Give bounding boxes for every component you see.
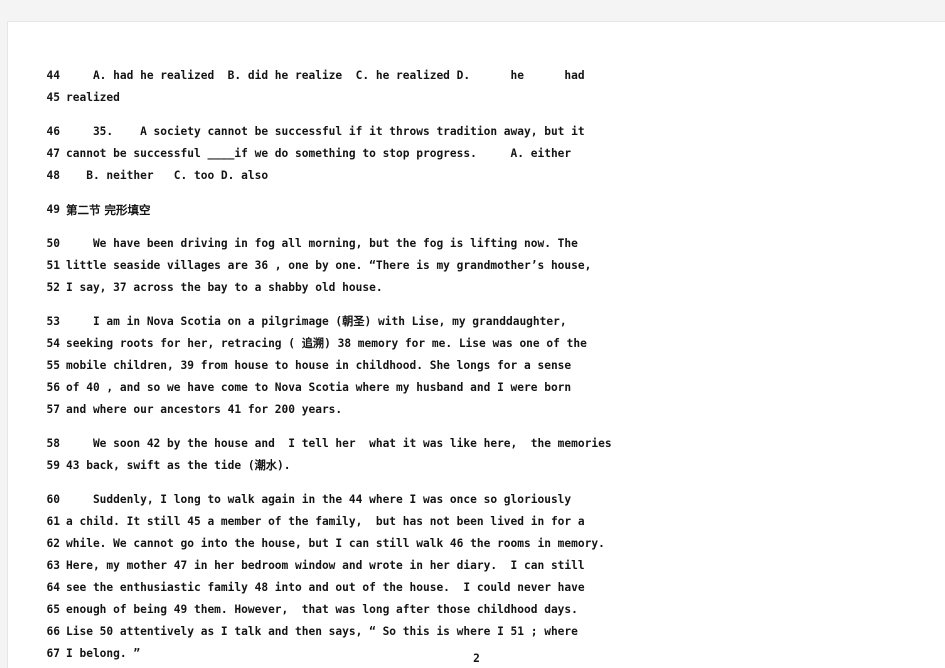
text-line: and where our ancestors 41 for 200 years…	[66, 403, 343, 416]
line-number: 50	[46, 237, 60, 250]
line-number: 49	[46, 203, 60, 216]
line-number: 86	[941, 574, 945, 586]
line-number: 81	[941, 424, 945, 436]
line-number: 75	[941, 244, 945, 256]
line-number: 65	[46, 603, 60, 616]
line-number: 64	[46, 581, 60, 594]
line-number: 73	[941, 182, 945, 194]
left-text-column: 44 45 46 47 48 49 50 51 52 53 54 55 56 5…	[8, 22, 612, 668]
line-number: 84	[941, 514, 945, 526]
line-number: 55	[46, 359, 60, 372]
text-line: I say, 37 across the bay to a shabby old…	[66, 281, 383, 294]
paper-sheet: 44 45 46 47 48 49 50 51 52 53 54 55 56 5…	[8, 22, 945, 668]
line-number: 76	[941, 274, 945, 286]
line-number: 61	[46, 515, 60, 528]
line-number: 69	[941, 70, 945, 82]
line-number: 62	[46, 537, 60, 550]
page-number: 2	[473, 652, 480, 665]
line-number: 63	[46, 559, 60, 572]
right-text-column: 69 70 71 72 73 74 75 76 77 78 79 80 81 8…	[478, 22, 945, 668]
text-line: B. neither C. too D. also	[66, 169, 269, 182]
line-number: 47	[46, 147, 60, 160]
line-number: 57	[46, 403, 60, 416]
line-number: 51	[46, 259, 60, 272]
line-number: 44	[46, 69, 60, 82]
line-number: 79	[941, 364, 945, 376]
line-number: 77	[941, 304, 945, 316]
line-number: 82	[941, 454, 945, 466]
line-number: 83	[941, 484, 945, 496]
line-number: 85	[941, 544, 945, 556]
line-number: 80	[941, 394, 945, 406]
line-number: 71	[941, 126, 945, 138]
section-heading: 第二节 完形填空	[66, 203, 151, 217]
line-number: 54	[46, 337, 60, 350]
line-number: 72	[941, 148, 945, 160]
line-number: 58	[46, 437, 60, 450]
text-line: realized	[66, 91, 120, 104]
line-number: 87	[941, 604, 945, 616]
line-number: 53	[46, 315, 60, 328]
line-number: 56	[46, 381, 60, 394]
line-number: 46	[46, 125, 60, 138]
line-number: 45	[46, 91, 60, 104]
line-number: 70	[941, 104, 945, 116]
line-number: 74	[941, 212, 945, 224]
document-page: 44 45 46 47 48 49 50 51 52 53 54 55 56 5…	[0, 0, 945, 668]
line-number: 48	[46, 169, 60, 182]
line-number: 60	[46, 493, 60, 506]
line-number: 78	[941, 334, 945, 346]
line-number: 52	[46, 281, 60, 294]
text-line: 43 back, swift as the tide (潮水).	[66, 459, 291, 472]
line-number: 66	[46, 625, 60, 638]
line-number: 59	[46, 459, 60, 472]
